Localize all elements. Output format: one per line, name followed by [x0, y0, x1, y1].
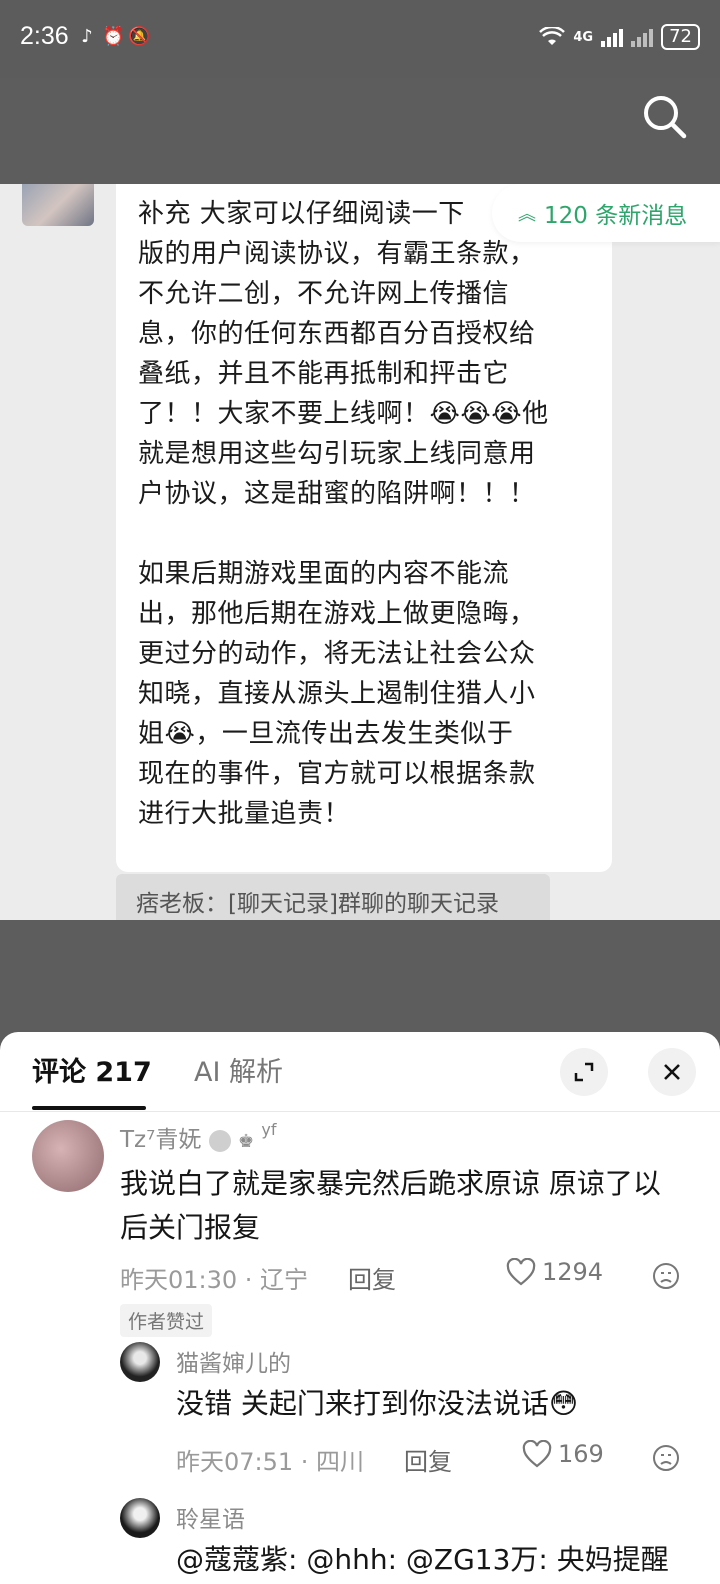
author-liked-badge: 作者赞过: [120, 1304, 213, 1337]
username-suffix: yf: [261, 1120, 277, 1139]
close-icon: [664, 1064, 680, 1080]
wifi-icon: [539, 27, 566, 45]
message-bubble: 补充 大家可以仔细阅读一下 版的用户阅读协议，有霸王条款， 不允许二创，不允许网…: [116, 184, 612, 872]
alarm-icon: ⏰: [102, 26, 125, 47]
dislike-icon[interactable]: [652, 1262, 680, 1290]
comments-tabs: 评论 217 AI 解析: [0, 1032, 720, 1112]
reply-item: 聆星语 @蔻蔻紫: @hhh: @ZG13万: 央妈提醒: [0, 1498, 720, 1584]
like-button[interactable]: 1294: [506, 1258, 603, 1286]
like-count: 1294: [542, 1258, 604, 1286]
signal-2-icon: [631, 27, 654, 47]
reply-button[interactable]: 回复: [404, 1442, 452, 1477]
quoted-message: 痞老板：[聊天记录]群聊的聊天记录: [116, 874, 550, 920]
reply-username[interactable]: 猫酱婶儿的: [176, 1344, 291, 1378]
reply-text: 没错 关起门来打到你没法说话😳: [176, 1387, 579, 1420]
crown-icon: ♚: [237, 1131, 255, 1152]
heart-icon: [522, 1440, 552, 1468]
sender-avatar: [22, 184, 94, 226]
comment-username[interactable]: Tz⁷青妩 ♚ yf: [120, 1120, 277, 1154]
status-notification-icons: ♪ ⏰ 🔕: [76, 26, 150, 48]
user-badge-icon: [208, 1129, 231, 1152]
signal-icon: [601, 27, 624, 47]
search-icon: [644, 96, 687, 139]
reply-text: @蔻蔻紫: @hhh: @ZG13万: 央妈提醒: [176, 1543, 669, 1576]
new-messages-button[interactable]: ︽ 120 条新消息: [492, 184, 720, 242]
status-time: 2:36: [20, 22, 69, 50]
tiktok-icon: ♪: [81, 26, 93, 47]
reply-button[interactable]: 回复: [348, 1260, 396, 1295]
battery-indicator: 72: [661, 24, 700, 50]
heart-icon: [506, 1258, 536, 1286]
comment-text: 我说白了就是家暴完然后跪求原谅 原谅了以后关门报复: [120, 1167, 661, 1244]
avatar[interactable]: [120, 1498, 160, 1538]
new-messages-label: 120 条新消息: [544, 203, 688, 229]
close-button[interactable]: [648, 1048, 696, 1096]
avatar[interactable]: [32, 1120, 104, 1192]
message-text: 补充 大家可以仔细阅读一下 版的用户阅读协议，有霸王条款， 不允许二创，不允许网…: [138, 199, 549, 829]
tab-active-indicator: [32, 1106, 146, 1110]
tab-ai-analysis[interactable]: AI 解析: [194, 1050, 283, 1089]
network-type: 4G: [573, 29, 594, 45]
tab-comments[interactable]: 评论 217: [32, 1050, 152, 1089]
comments-panel: 评论 217 AI 解析 Tz⁷青妩 ♚ yf 我说白了就是家暴完然后跪求原谅 …: [0, 1032, 720, 1584]
comment-item: Tz⁷青妩 ♚ yf 我说白了就是家暴完然后跪求原谅 原谅了以后关门报复 昨天0…: [0, 1120, 720, 1360]
status-bar: 2:36 ♪ ⏰ 🔕 4G 72: [0, 0, 720, 78]
expand-icon: [574, 1062, 594, 1082]
double-chevron-up-icon: ︽: [518, 204, 536, 225]
dislike-icon[interactable]: [652, 1444, 680, 1472]
username-text: Tz⁷青妩: [120, 1127, 202, 1153]
search-button[interactable]: [640, 92, 690, 142]
comment-time-location: 昨天01:30 · 辽宁: [120, 1266, 309, 1294]
reply-item: 猫酱婶儿的 没错 关起门来打到你没法说话😳 昨天07:51 · 四川 回复 16…: [0, 1336, 720, 1486]
expand-button[interactable]: [560, 1048, 608, 1096]
reply-username[interactable]: 聆星语: [176, 1500, 245, 1534]
status-system-icons: 4G 72: [539, 24, 700, 50]
like-count: 169: [558, 1440, 604, 1468]
reply-time-location: 昨天07:51 · 四川: [176, 1448, 365, 1476]
chat-screenshot: 补充 大家可以仔细阅读一下 版的用户阅读协议，有霸王条款， 不允许二创，不允许网…: [0, 184, 720, 920]
like-button[interactable]: 169: [522, 1440, 604, 1468]
mute-icon: 🔕: [128, 26, 151, 47]
avatar[interactable]: [120, 1342, 160, 1382]
